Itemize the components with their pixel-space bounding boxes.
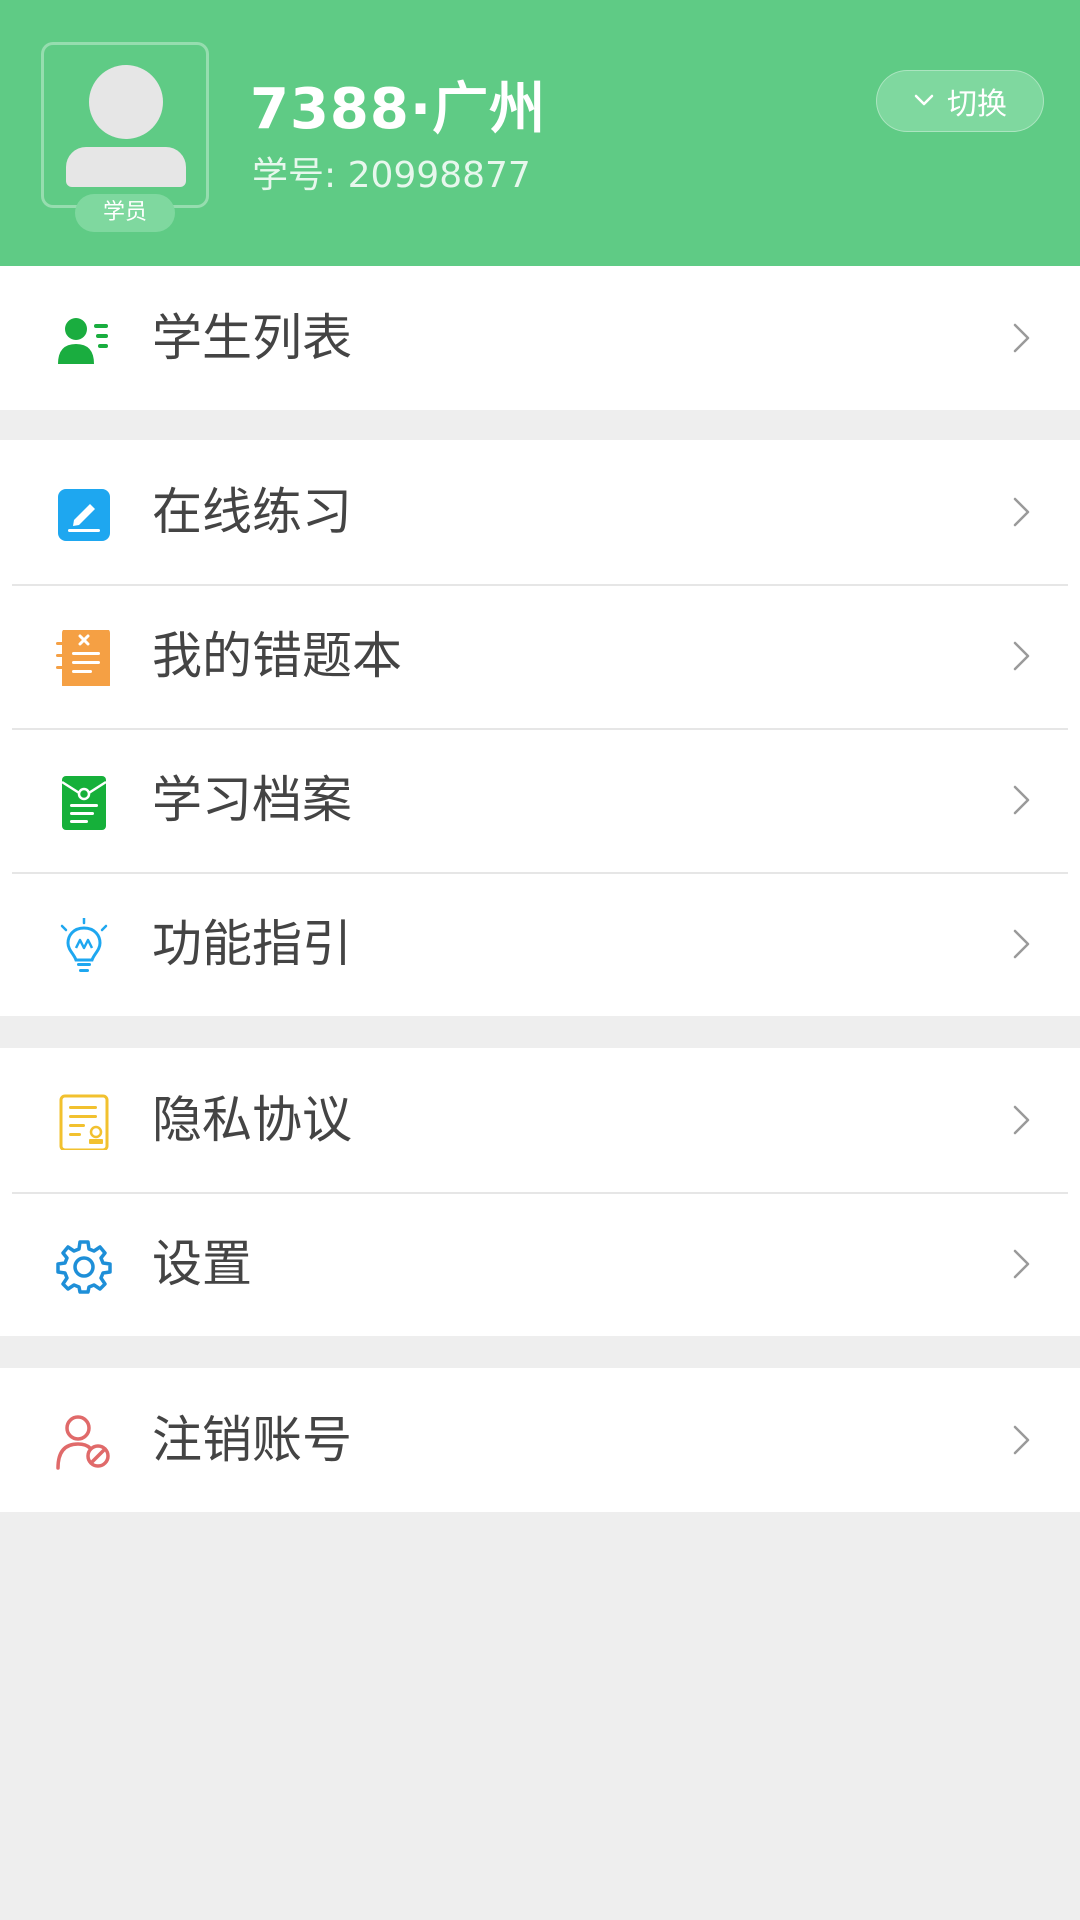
chevron-right-icon [1004, 1103, 1038, 1137]
lightbulb-icon [56, 918, 112, 974]
profile-page: 学员 7388·广州 学号: 20998877 切换 学生列表 在线练习 我的错… [0, 0, 1080, 1920]
menu-item-feature-guide[interactable]: 功能指引 [0, 872, 1080, 1016]
edit-practice-icon [56, 486, 112, 542]
menu-item-online-practice[interactable]: 在线练习 [0, 440, 1080, 584]
menu-label: 学生列表 [152, 309, 352, 367]
menu-item-settings[interactable]: 设置 [0, 1192, 1080, 1336]
switch-button[interactable]: 切换 [876, 70, 1044, 132]
chevron-right-icon [1004, 495, 1038, 529]
role-badge: 学员 [75, 194, 175, 232]
menu-label: 隐私协议 [152, 1091, 352, 1149]
chevron-down-icon [913, 84, 935, 119]
menu-group-2: 在线练习 我的错题本 学习档案 功能指引 [0, 440, 1080, 1016]
profile-header: 学员 7388·广州 学号: 20998877 切换 [0, 0, 1080, 266]
study-archive-icon [56, 774, 112, 830]
cancel-account-icon [56, 1414, 112, 1470]
avatar-body-shape [66, 147, 186, 187]
wrong-notebook-icon [56, 630, 112, 686]
menu-group-4: 注销账号 [0, 1368, 1080, 1512]
avatar[interactable] [41, 42, 209, 208]
student-list-icon [56, 312, 112, 368]
menu-item-study-archive[interactable]: 学习档案 [0, 728, 1080, 872]
chevron-right-icon [1004, 321, 1038, 355]
privacy-document-icon [56, 1094, 112, 1150]
student-id: 学号: 20998877 [252, 155, 531, 196]
switch-label: 切换 [947, 87, 1007, 122]
menu-label: 学习档案 [152, 771, 352, 829]
menu-item-wrong-notebook[interactable]: 我的错题本 [0, 584, 1080, 728]
menu-label: 在线练习 [152, 483, 352, 541]
menu-label: 功能指引 [152, 915, 352, 973]
menu-label: 我的错题本 [152, 627, 402, 685]
chevron-right-icon [1004, 639, 1038, 673]
menu-item-privacy-policy[interactable]: 隐私协议 [0, 1048, 1080, 1192]
menu-group-1: 学生列表 [0, 266, 1080, 410]
chevron-right-icon [1004, 1247, 1038, 1281]
menu-label: 注销账号 [152, 1411, 352, 1469]
chevron-right-icon [1004, 783, 1038, 817]
gear-icon [56, 1238, 112, 1294]
avatar-head-shape [89, 65, 163, 139]
menu-label: 设置 [152, 1235, 252, 1293]
user-name: 7388·广州 [250, 77, 547, 142]
chevron-right-icon [1004, 927, 1038, 961]
menu-item-student-list[interactable]: 学生列表 [0, 266, 1080, 410]
menu-group-3: 隐私协议 设置 [0, 1048, 1080, 1336]
menu-item-cancel-account[interactable]: 注销账号 [0, 1368, 1080, 1512]
chevron-right-icon [1004, 1423, 1038, 1457]
